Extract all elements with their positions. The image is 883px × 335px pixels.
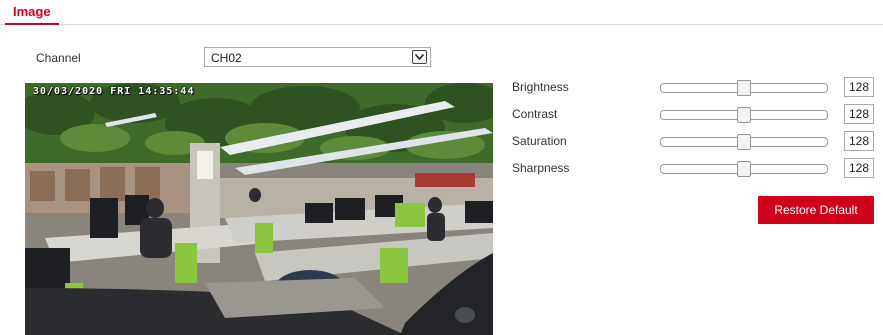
contrast-slider-handle[interactable] — [737, 107, 751, 123]
sharpness-label: Sharpness — [512, 161, 570, 175]
sharpness-slider[interactable] — [660, 161, 828, 177]
restore-default-button[interactable]: Restore Default — [758, 196, 874, 224]
brightness-label: Brightness — [512, 80, 569, 94]
contrast-value[interactable]: 128 — [844, 104, 874, 124]
saturation-slider-handle[interactable] — [737, 134, 751, 150]
chevron-down-icon[interactable] — [412, 50, 427, 64]
tab-image[interactable]: Image — [5, 2, 59, 25]
saturation-slider[interactable] — [660, 134, 828, 150]
saturation-label: Saturation — [512, 134, 567, 148]
brightness-slider[interactable] — [660, 80, 828, 96]
contrast-slider[interactable] — [660, 107, 828, 123]
brightness-slider-handle[interactable] — [737, 80, 751, 96]
osd-timestamp: 30/03/2020 FRI 14:35:44 — [33, 86, 195, 97]
sharpness-slider-handle[interactable] — [737, 161, 751, 177]
camera-scene — [25, 83, 493, 335]
contrast-label: Contrast — [512, 107, 558, 121]
brightness-value[interactable]: 128 — [844, 77, 874, 97]
video-preview: 30/03/2020 FRI 14:35:44 — [25, 83, 493, 335]
channel-selected-value: CH02 — [211, 51, 242, 65]
channel-select[interactable]: CH02 — [204, 47, 431, 67]
tab-bar: Image — [0, 0, 883, 25]
saturation-value[interactable]: 128 — [844, 131, 874, 151]
sharpness-value[interactable]: 128 — [844, 158, 874, 178]
channel-label: Channel — [36, 51, 81, 65]
